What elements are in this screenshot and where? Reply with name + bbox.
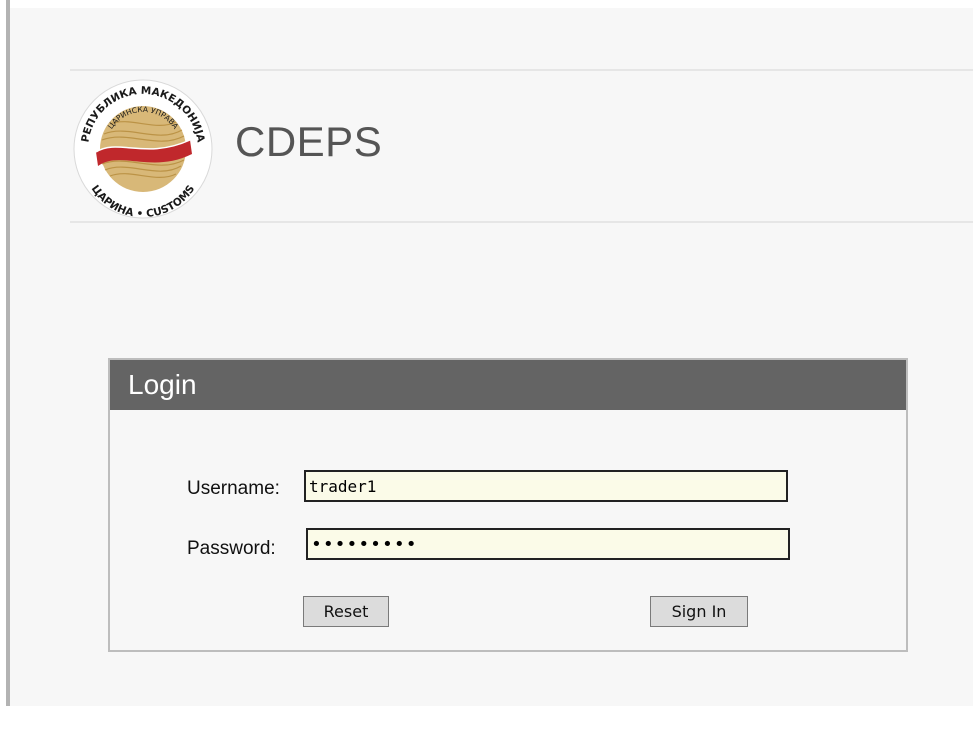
sign-in-button[interactable]: Sign In — [650, 596, 748, 627]
username-label: Username: — [187, 478, 280, 499]
password-label: Password: — [187, 538, 276, 559]
top-strip — [0, 0, 973, 8]
password-input[interactable] — [306, 528, 790, 560]
reset-button[interactable]: Reset — [303, 596, 389, 627]
login-panel-header: Login — [110, 360, 906, 410]
login-panel: Login Username: Password: Reset Sign In — [108, 358, 908, 652]
username-input[interactable] — [304, 470, 788, 502]
header-rule-top — [70, 69, 973, 71]
login-title: Login — [128, 369, 197, 400]
app-title: CDEPS — [235, 118, 383, 165]
customs-seal-icon: РЕПУБЛИКА МАКЕДОНИЈА ЦАРИНСКА УПРАВА ЦАР… — [73, 79, 213, 220]
bottom-strip — [0, 706, 973, 731]
login-page: РЕПУБЛИКА МАКЕДОНИЈА ЦАРИНСКА УПРАВА ЦАР… — [0, 0, 973, 731]
window-left-border — [0, 0, 10, 731]
header-rule-bottom — [70, 221, 973, 223]
